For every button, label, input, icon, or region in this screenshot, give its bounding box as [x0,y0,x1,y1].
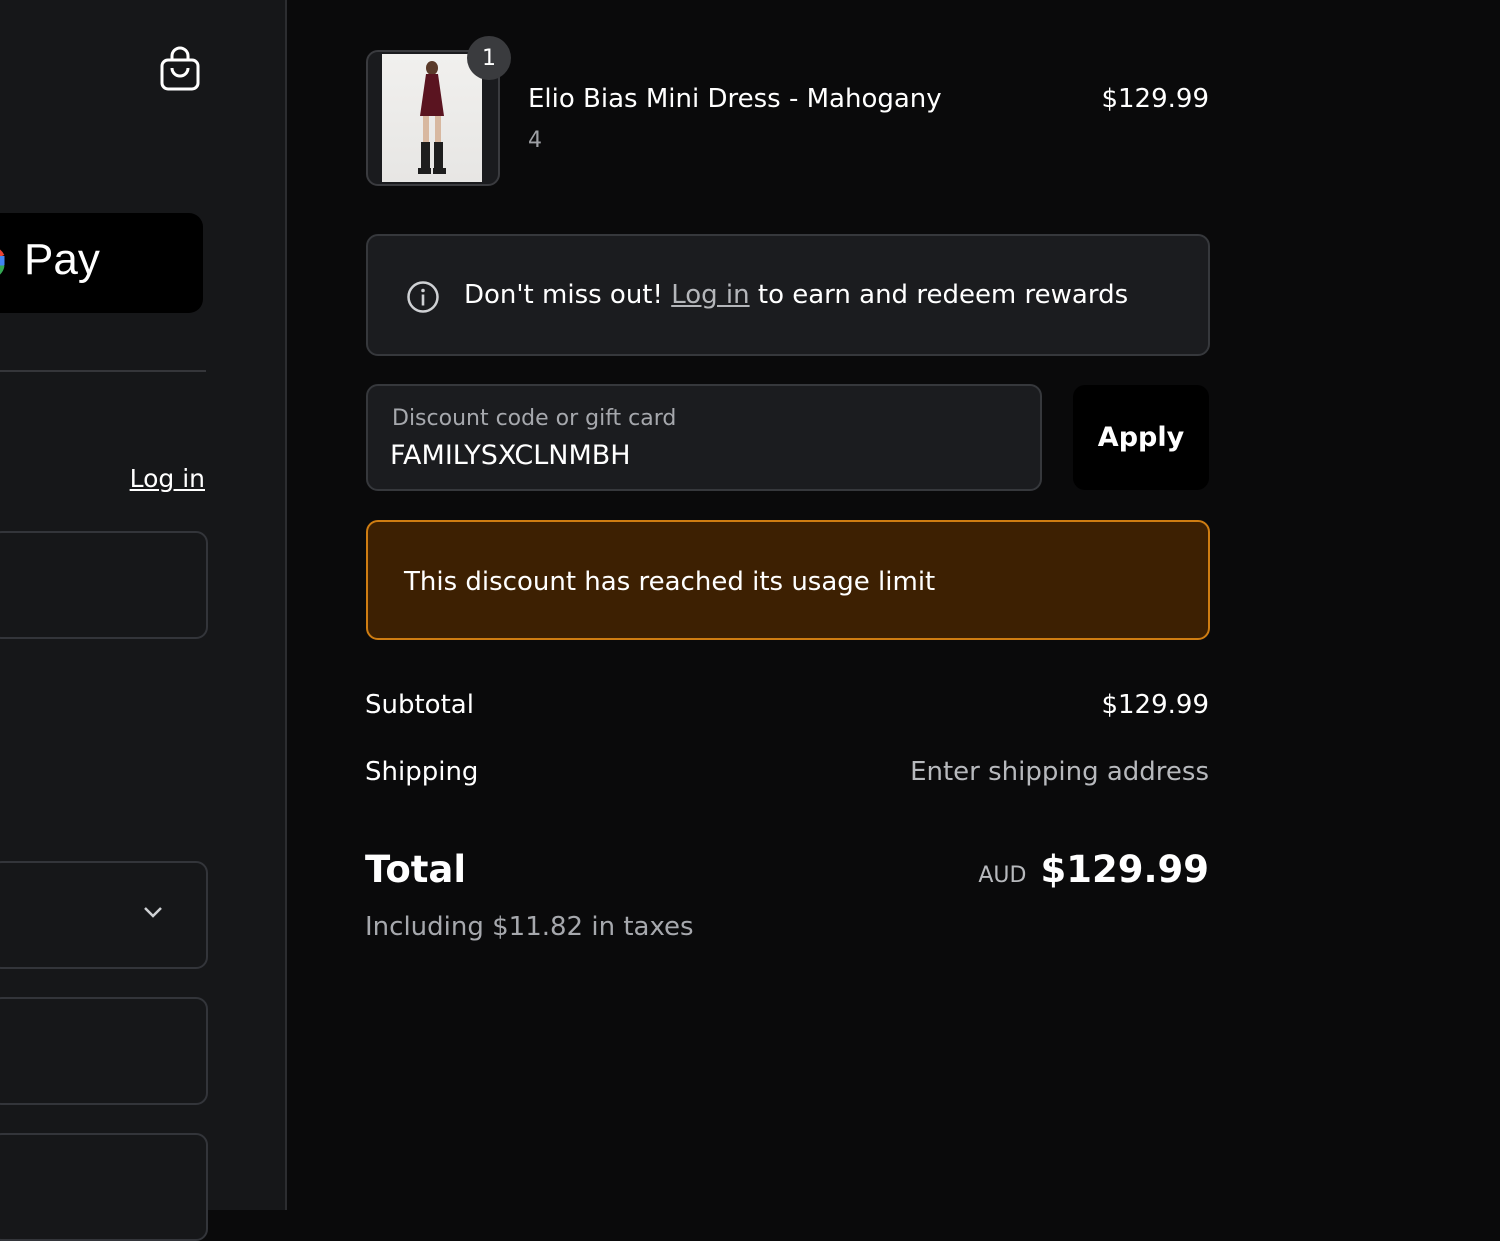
apply-button[interactable]: Apply [1073,385,1209,490]
contact-field[interactable] [0,531,208,639]
quantity-badge: 1 [467,36,511,80]
chevron-down-icon [144,907,162,918]
shipping-value: Enter shipping address [910,757,1209,787]
rewards-suffix: to earn and redeem rewards [757,280,1129,310]
product-price: $129.99 [1101,84,1209,114]
subtotal-value: $129.99 [1101,690,1209,720]
subtotal-label: Subtotal [365,690,474,720]
rewards-prefix: Don't miss out! [464,280,663,310]
discount-label: Discount code or gift card [392,406,677,431]
discount-error-message: This discount has reached its usage limi… [404,567,936,597]
rewards-banner: Don't miss out! Log in to earn and redee… [366,234,1210,356]
total-amount-group: AUD $129.99 [978,848,1209,891]
product-variant: 4 [528,128,542,153]
rewards-message: Don't miss out! Log in to earn and redee… [464,280,1128,310]
address-field[interactable] [0,1133,208,1241]
discount-value[interactable]: FAMILYSXCLNMBH [390,440,631,471]
total-label: Total [365,848,467,891]
pay-label: Pay [24,235,100,284]
info-icon [407,281,439,313]
country-select[interactable] [0,861,208,969]
tax-note: Including $11.82 in taxes [365,912,694,942]
discount-code-input[interactable]: Discount code or gift card FAMILYSXCLNMB… [366,384,1042,491]
dress-image [418,61,446,174]
total-amount: $129.99 [1040,848,1209,891]
currency-code: AUD [978,863,1027,888]
shopping-bag-icon[interactable] [159,46,201,92]
discount-error-banner: This discount has reached its usage limi… [366,520,1210,640]
checkout-form-panel: Pay Log in [0,0,287,1241]
google-g-icon [0,249,5,275]
product-name: Elio Bias Mini Dress - Mahogany [528,84,942,114]
rewards-login-link[interactable]: Log in [671,280,749,310]
google-pay-button[interactable]: Pay [0,213,203,313]
first-name-field[interactable] [0,997,208,1105]
divider [0,370,206,372]
login-link[interactable]: Log in [130,464,205,493]
shipping-label: Shipping [365,757,479,787]
